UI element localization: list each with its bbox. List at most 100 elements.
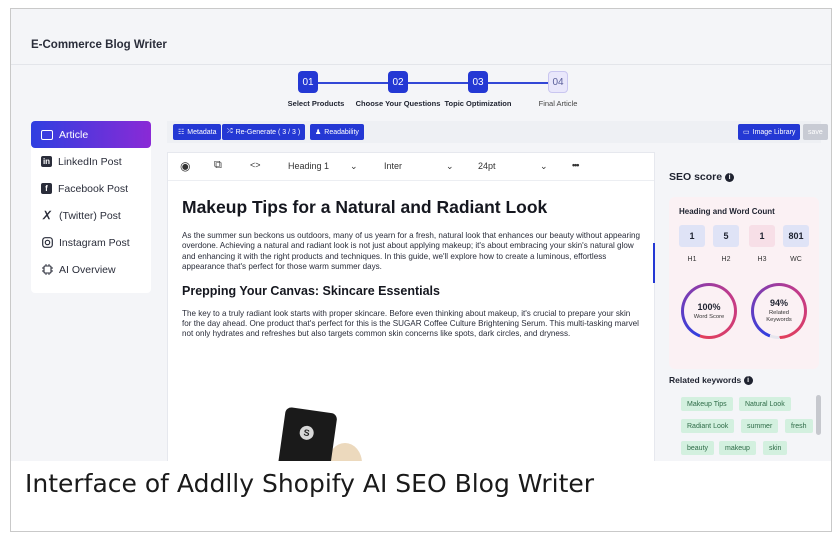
sidebar-item-label: AI Overview: [59, 263, 116, 276]
regenerate-icon: ⤮: [227, 128, 233, 135]
product-image: S: [276, 406, 338, 461]
h1-label: H1: [687, 256, 697, 263]
wc-label: WC: [790, 256, 802, 263]
font-size-select[interactable]: 24pt: [478, 161, 496, 171]
metadata-button[interactable]: ☷ Metadata: [173, 124, 222, 140]
figure-frame: E-Commerce Blog Writer 01 02 03 04 Selec…: [10, 8, 832, 532]
step-3[interactable]: 03: [468, 71, 488, 93]
facebook-icon: f: [41, 183, 52, 194]
app-screenshot: E-Commerce Blog Writer 01 02 03 04 Selec…: [11, 9, 831, 461]
sidebar-item-instagram[interactable]: Instagram Post: [31, 229, 151, 256]
readability-button[interactable]: ♟ Readability: [310, 124, 364, 140]
image-library-button[interactable]: ▭ Image Library: [738, 124, 801, 140]
article-subheading: Prepping Your Canvas: Skincare Essential…: [182, 283, 440, 298]
sidebar-item-facebook[interactable]: f Facebook Post: [31, 175, 151, 202]
sidebar-item-label: Instagram Post: [59, 236, 130, 249]
seo-score-label: SEO score: [669, 171, 723, 183]
keyword-chip[interactable]: beauty: [681, 441, 715, 455]
seo-score-title: SEO score i: [669, 171, 735, 183]
linkedin-icon: in: [41, 156, 52, 167]
step-4-label: Final Article: [538, 99, 578, 108]
heading-word-count-title: Heading and Word Count: [679, 207, 775, 216]
info-icon[interactable]: i: [743, 376, 753, 386]
step-3-label: Topic Optimization: [444, 99, 512, 108]
code-icon[interactable]: <>: [250, 160, 261, 170]
channel-sidebar: Article in LinkedIn Post f Facebook Post…: [31, 121, 151, 293]
editor-scrollbar[interactable]: [653, 243, 655, 283]
related-keywords-label: Related keywords: [669, 375, 742, 385]
keyword-chip[interactable]: Radiant Look: [681, 419, 735, 433]
heading-select[interactable]: Heading 1: [288, 161, 329, 171]
editor-toolbar: ◉ ⧉ <> Heading 1 ⌄ Inter ⌄ 24pt ⌄ •••: [168, 153, 654, 181]
sidebar-item-twitter[interactable]: 𝘟 (Twitter) Post: [31, 202, 151, 229]
step-1[interactable]: 01: [298, 71, 318, 93]
article-body: The key to a truly radiant look starts w…: [182, 308, 639, 339]
step-1-label: Select Products: [287, 99, 345, 108]
related-keywords-title: Related keywords i: [669, 375, 753, 386]
save-button[interactable]: save: [803, 124, 828, 140]
list-icon: ☷: [178, 129, 185, 136]
sidebar-item-article[interactable]: Article: [31, 121, 151, 148]
progress-stepper: 01 02 03 04 Select Products Choose Your …: [273, 71, 577, 115]
chevron-down-icon[interactable]: ⌄: [446, 161, 454, 172]
step-connector: [408, 82, 468, 84]
step-connector: [488, 82, 548, 84]
info-icon[interactable]: i: [725, 172, 735, 182]
metadata-label: Metadata: [187, 128, 217, 136]
related-score-value: 94%: [769, 298, 788, 308]
sidebar-item-ai-overview[interactable]: AI Overview: [31, 256, 151, 283]
sidebar-item-label: Article: [59, 128, 89, 141]
keyword-chip[interactable]: fresh: [785, 419, 813, 433]
keywords-scrollbar[interactable]: [816, 395, 821, 435]
font-select[interactable]: Inter: [384, 161, 402, 171]
step-2[interactable]: 02: [388, 71, 408, 93]
editor-content[interactable]: Makeup Tips for a Natural and Radiant Lo…: [168, 181, 654, 348]
keyword-chip[interactable]: summer: [741, 419, 779, 433]
copy-icon[interactable]: ⧉: [214, 159, 222, 172]
image-icon: ▭: [743, 129, 750, 136]
article-title: Makeup Tips for a Natural and Radiant Lo…: [182, 197, 548, 217]
keyword-chip[interactable]: Natural Look: [739, 397, 791, 411]
word-score-label: Word Score: [693, 313, 725, 320]
related-score-label: Related Keywords: [766, 310, 792, 323]
seo-score-card: Heading and Word Count 1 5 1 801 H1 H2 H…: [669, 197, 819, 369]
word-score-ring: 100% Word Score: [681, 283, 737, 339]
eye-icon[interactable]: ◉: [180, 159, 190, 173]
step-2-label: Choose Your Questions: [355, 99, 441, 108]
more-icon[interactable]: •••: [572, 160, 580, 170]
sidebar-item-label: (Twitter) Post: [59, 209, 121, 222]
regenerate-button[interactable]: ⤮ Re-Generate ( 3 / 3 ): [222, 124, 306, 140]
related-keywords-ring: 94% Related Keywords: [751, 283, 807, 339]
article-editor: ◉ ⧉ <> Heading 1 ⌄ Inter ⌄ 24pt ⌄ ••• Ma…: [167, 152, 655, 461]
app-title: E-Commerce Blog Writer: [31, 39, 167, 51]
article-icon: [41, 129, 53, 140]
step-4[interactable]: 04: [548, 71, 568, 93]
image-library-label: Image Library: [752, 128, 796, 136]
readability-icon: ♟: [315, 129, 322, 136]
chevron-down-icon[interactable]: ⌄: [540, 161, 548, 172]
readability-label: Readability: [324, 128, 359, 136]
regenerate-label: Re-Generate ( 3 / 3 ): [235, 128, 301, 136]
h3-label: H3: [757, 256, 767, 263]
sidebar-item-linkedin[interactable]: in LinkedIn Post: [31, 148, 151, 175]
chevron-down-icon[interactable]: ⌄: [350, 161, 358, 172]
keyword-chip[interactable]: Makeup Tips: [681, 397, 733, 411]
word-count: 801: [783, 225, 809, 247]
h1-count: 1: [679, 225, 705, 247]
figure-caption: Interface of Addlly Shopify AI SEO Blog …: [25, 469, 595, 498]
sidebar-item-label: Facebook Post: [58, 182, 129, 195]
h3-count: 1: [749, 225, 775, 247]
step-connector: [318, 82, 388, 84]
ai-overview-icon: [41, 264, 53, 275]
x-icon: 𝘟: [43, 210, 51, 222]
product-logo: S: [298, 424, 315, 441]
keyword-chip[interactable]: makeup: [719, 441, 756, 455]
instagram-icon: [41, 237, 53, 248]
sidebar-item-label: LinkedIn Post: [58, 155, 122, 168]
word-score-value: 100%: [697, 301, 721, 312]
keyword-chip[interactable]: skin: [763, 441, 788, 455]
h2-label: H2: [721, 256, 731, 263]
header-divider: [11, 64, 831, 65]
article-toolbar: ☷ Metadata ⤮ Re-Generate ( 3 / 3 ) ♟ Rea…: [167, 121, 828, 143]
article-intro: As the summer sun beckons us outdoors, m…: [182, 231, 641, 272]
